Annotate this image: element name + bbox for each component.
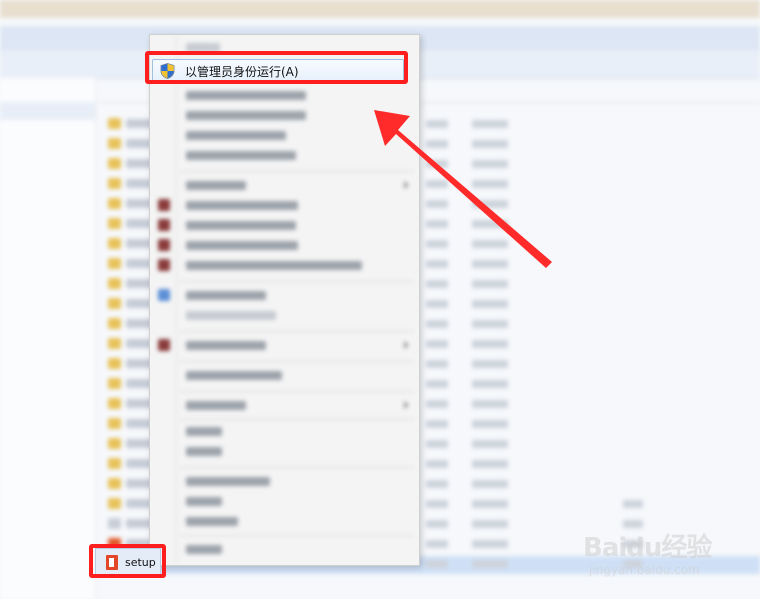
highlight-box-setup	[89, 544, 166, 578]
annotation-arrow	[374, 110, 552, 268]
watermark-brand: Baidu经验	[583, 533, 712, 563]
baidu-watermark: Baidu经验 jingyan.baidu.com	[583, 527, 743, 587]
watermark-url: jingyan.baidu.com	[589, 563, 700, 577]
